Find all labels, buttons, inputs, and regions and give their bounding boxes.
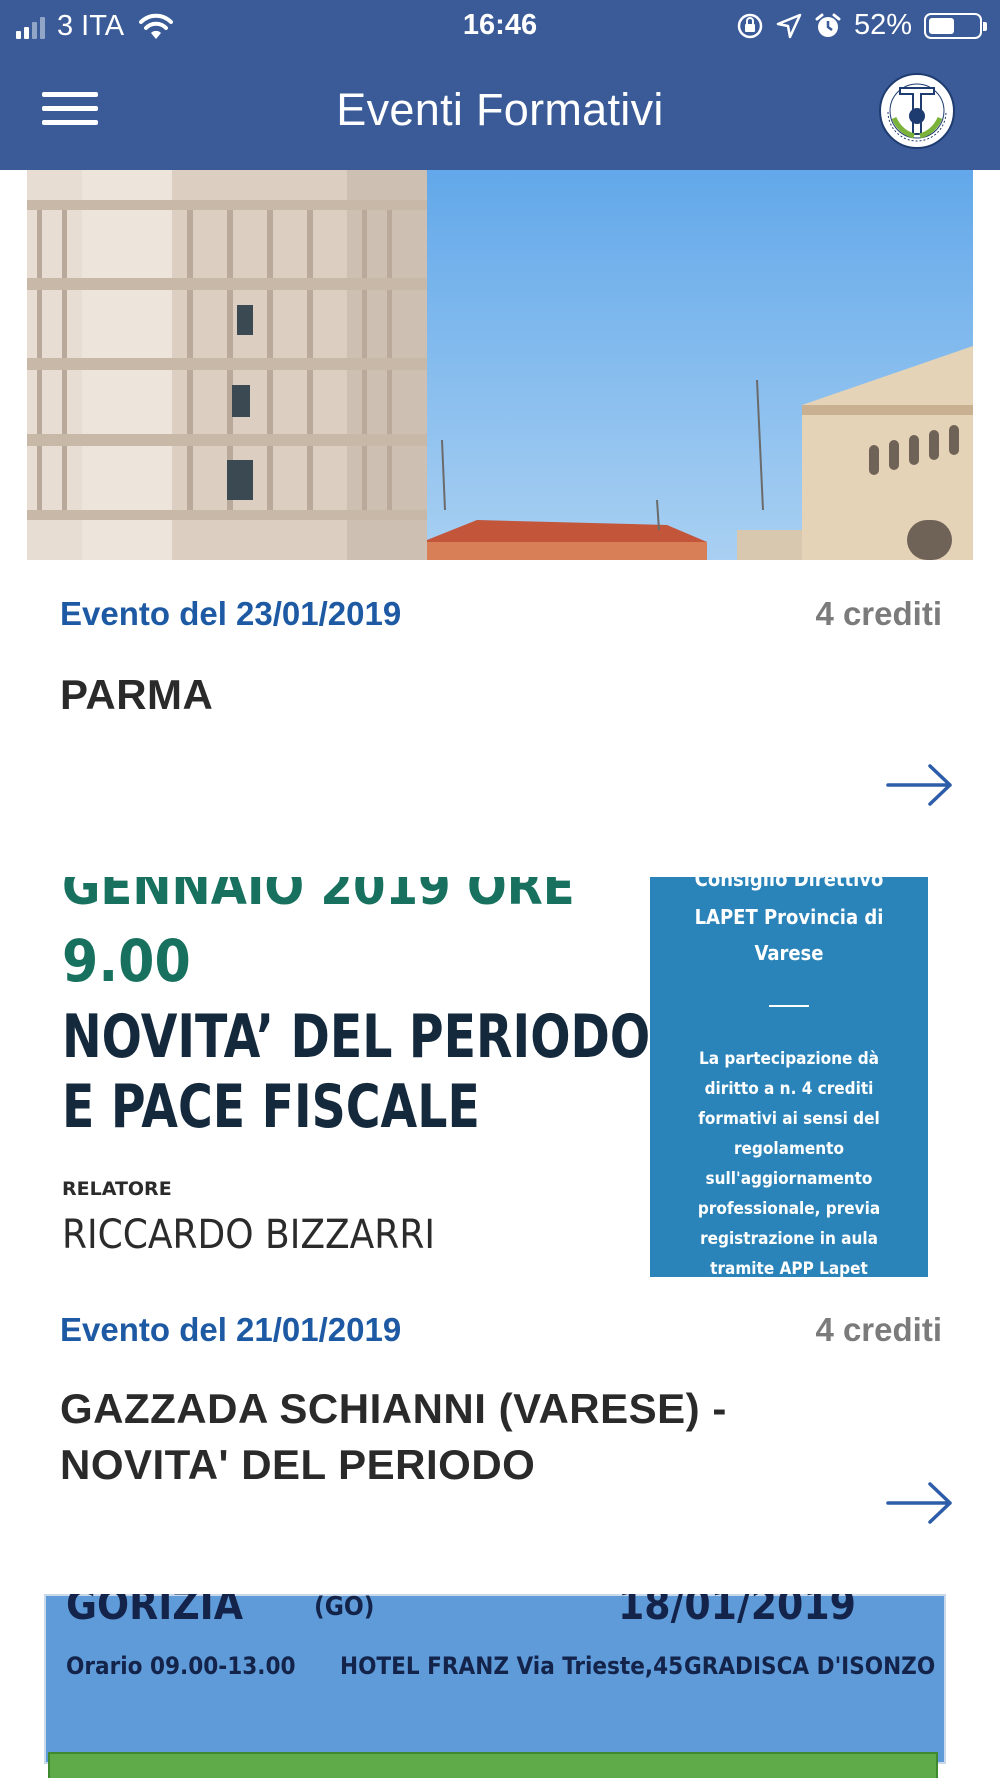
battery-icon: [924, 12, 987, 39]
event-title: PARMA: [60, 671, 214, 718]
poster-headline-2: E PACE FISCALE: [62, 1072, 480, 1142]
poster-province: (GO): [314, 1594, 375, 1622]
event-meta: Evento del 23/01/2019 4 crediti: [60, 595, 942, 639]
arrow-right-icon[interactable]: [884, 760, 956, 810]
poster-headline-1: NOVITA’ DEL PERIODO: [62, 1002, 651, 1072]
event-date: Evento del 23/01/2019: [60, 595, 402, 632]
poster-city: GORIZIA: [66, 1594, 243, 1629]
alarm-clock-icon: [815, 13, 841, 37]
event-credits: 4 crediti: [815, 1311, 942, 1348]
event-image[interactable]: [27, 170, 973, 560]
events-list: Evento del 23/01/2019 4 crediti PARMA GE…: [0, 170, 1000, 1778]
poster-date-line: GENNAIO 2019 ORE: [62, 877, 575, 917]
arrow-right-icon[interactable]: [884, 1478, 956, 1528]
event-title: GAZZADA SCHIANNI (VARESE) - NOVITA' DEL …: [60, 1385, 727, 1488]
poster-relatore-label: RELATORE: [62, 1178, 172, 1200]
poster-date: 18/01/2019: [618, 1594, 856, 1629]
status-bar: 3 ITA 16:46 52%: [0, 0, 1000, 54]
poster-venue: HOTEL FRANZ Via Trieste,45: [340, 1652, 684, 1680]
location-arrow-icon: [776, 13, 802, 38]
status-right: 52%: [736, 9, 987, 42]
poster-main-panel: GENNAIO 2019 ORE 9.00 NOVITA’ DEL PERIOD…: [52, 877, 651, 1277]
page-title: Eventi Formativi: [336, 84, 664, 135]
battery-level: [929, 17, 954, 34]
event-date: Evento del 21/01/2019: [60, 1311, 402, 1348]
event-poster[interactable]: GORIZIA (GO) 18/01/2019 Orario 09.00-13.…: [44, 1594, 946, 1778]
event-meta: Evento del 21/01/2019 4 crediti: [60, 1311, 942, 1355]
battery-percent: 52%: [853, 9, 912, 41]
lapet-logo-icon[interactable]: [878, 72, 956, 150]
poster-divider: [769, 1005, 809, 1007]
poster-relatore-name: RICCARDO BIZZARRI: [62, 1212, 435, 1258]
poster-time-line: 9.00: [62, 927, 191, 995]
event-credits: 4 crediti: [815, 595, 942, 632]
poster-side-panel: Consiglio Direttivo LAPET Provincia di V…: [650, 877, 928, 1277]
rotation-lock-icon: [737, 13, 763, 38]
app-header: Eventi Formativi: [0, 54, 1000, 170]
event-poster[interactable]: GENNAIO 2019 ORE 9.00 NOVITA’ DEL PERIOD…: [52, 877, 928, 1277]
poster-town: GRADISCA D'ISONZO: [684, 1652, 936, 1680]
poster-green-band: [48, 1752, 938, 1778]
poster-schedule: Orario 09.00-13.00: [66, 1652, 296, 1680]
